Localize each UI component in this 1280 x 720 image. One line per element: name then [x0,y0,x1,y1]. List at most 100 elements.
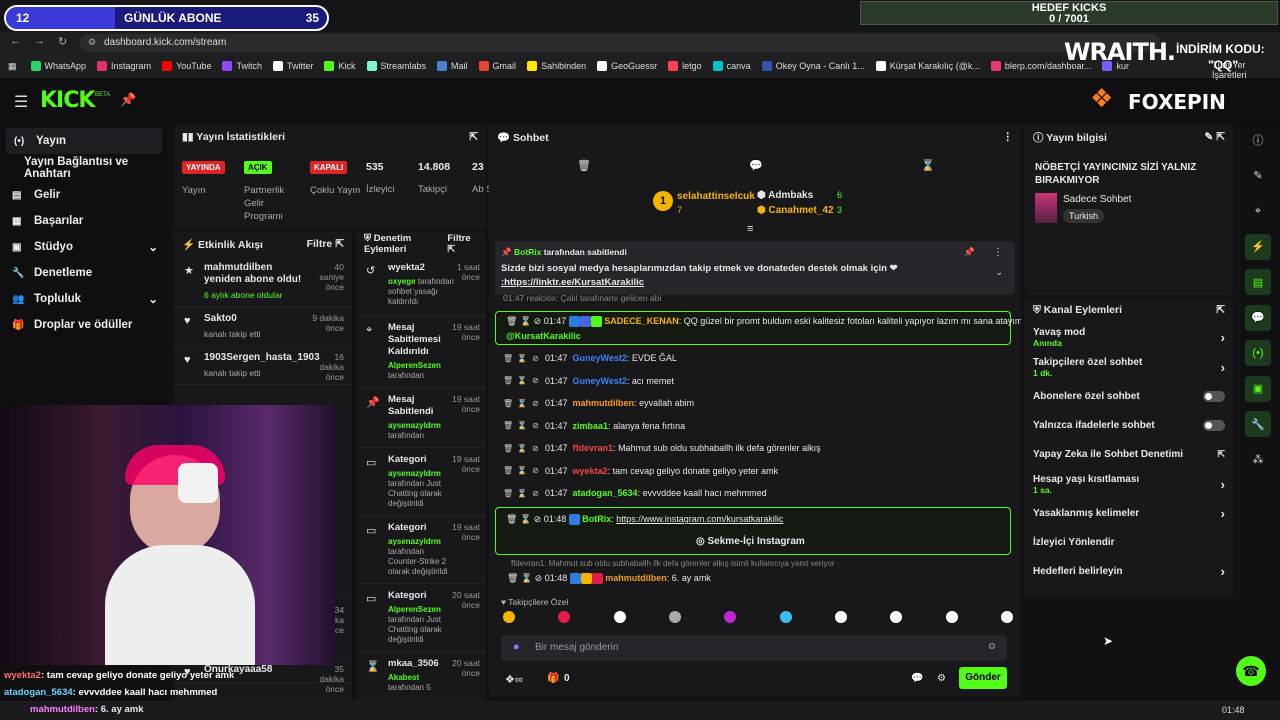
channel-action-item[interactable]: Yavaş mod Anında › [1025,322,1233,352]
apps-icon[interactable]: ▦ [8,61,17,72]
channel-action-item[interactable]: Takipçilere özel sohbet 1 dk. › [1025,352,1233,382]
chat-username[interactable]: zimbaa1 [573,421,609,431]
event-filter-button[interactable]: Filtre [307,238,333,250]
chat-input[interactable]: ● Bir mesaj gönderin ☺ [501,635,1007,661]
expand-icon[interactable]: ⇱ [1216,131,1225,143]
chat-username[interactable]: wyekta2 [573,466,608,476]
hourglass-icon[interactable]: ⌛ [921,159,935,172]
back-icon[interactable]: ← [10,35,21,47]
nav-item-1[interactable]: (•) Yayın [6,128,162,154]
stream-category[interactable]: Sadece Sohbet [1063,194,1131,205]
delete-icon[interactable]: 🗑 [503,489,513,498]
ban-icon[interactable]: ⊘ [531,399,540,408]
chat-username[interactable]: mahmutdilben [573,398,635,408]
bookmark-item[interactable]: Sahibinden [527,61,586,71]
chat-username[interactable]: atadogan_5634 [573,488,638,498]
mod-item-user[interactable]: aysenazyldrm [388,421,441,430]
chat-settings-icon[interactable]: 💬 [911,673,923,684]
channel-action-item[interactable]: Yalnızca ifadelerle sohbet [1025,411,1233,440]
timeout-icon[interactable]: ⌛ [517,399,527,408]
nav-item-8[interactable]: 🎁 Droplar ve ödüller [0,312,170,338]
event-user[interactable]: 1903Sergen_hasta_1903 [204,352,320,363]
emote-icon[interactable] [668,611,681,623]
expand-icon[interactable]: ⇱ [335,238,344,250]
chat-username[interactable]: GuneyWest2 [573,376,627,386]
points-icon[interactable]: ❖∞ [505,673,523,686]
bookmark-item[interactable]: Instagram [97,61,151,71]
timeout-icon[interactable]: ⌛ [517,354,527,363]
mod-filter-button[interactable]: Filtre [447,233,470,244]
bookmark-item[interactable]: Twitch [222,61,262,71]
unpin-icon[interactable]: 📌 [964,247,975,258]
microphone-icon[interactable]: ● [513,641,520,653]
mod-item-user[interactable]: AlperenSezen [388,361,441,370]
bookmark-item[interactable]: GeoGuessr [597,61,657,71]
delete-icon[interactable]: 🗑 [503,466,513,475]
channel-action-item[interactable]: Yapay Zeka ile Sohbet Denetimi ⇱ [1025,440,1233,469]
top-gifter-name[interactable]: ⬢ Canahmet_42 [757,205,834,216]
pinned-link[interactable]: :https://linktr.ee/KursatKarakilic [501,277,644,288]
ban-icon[interactable]: ⊘ [531,354,540,363]
bookmark-item[interactable]: Okey Oyna - Canlı 1... [761,61,865,71]
bookmark-item[interactable]: Mail [437,61,468,71]
bookmark-item[interactable]: Twitter [272,61,313,71]
chat-icon[interactable]: 💬 [1245,304,1271,331]
emote-icon[interactable] [834,611,847,623]
botrix-link[interactable]: https://www.instagram.com/kursatkarakili… [616,514,783,524]
bookmark-item[interactable]: Streamlabs [366,61,426,71]
mod-item-user[interactable]: aysenazyldrm [388,469,441,478]
instagram-button[interactable]: ◎ Sekme-İçi Instagram [696,536,805,547]
ban-icon[interactable]: ⊘ [531,489,540,498]
mod-item-user[interactable]: aysenazyldrm [388,537,441,546]
top-gifter-name[interactable]: selahattinselcuk [677,191,755,202]
timeout-icon[interactable]: ⌛ [517,376,527,385]
mod-item-user[interactable]: AlperenSezen [388,605,441,614]
channel-action-item[interactable]: Hesap yaşı kısıtlaması 1 sa. › [1025,469,1233,499]
send-button[interactable]: Gönder [959,667,1007,689]
emote-icon[interactable] [724,611,737,623]
nav-item-4[interactable]: ▦ Başarılar [0,208,170,234]
nav-item-2[interactable]: Yayın Bağlantısı ve Anahtarı [0,154,170,182]
ban-icon[interactable]: ⊘ [531,444,540,453]
emote-icon[interactable] [558,611,571,623]
delete-icon[interactable]: 🗑 [503,354,513,363]
edit-icon[interactable]: ✎ [1245,163,1271,189]
edit-icon[interactable]: ✎ [1204,131,1213,143]
channel-action-item[interactable]: Yasaklanmış kelimeler › [1025,499,1233,528]
help-chat-icon[interactable]: ☎ [1236,656,1266,686]
timeout-icon[interactable]: ⌛ [517,466,527,475]
forward-icon[interactable]: → [34,35,45,47]
emote-icon[interactable] [779,611,792,623]
toggle-switch[interactable] [1203,391,1225,402]
mod-item-user[interactable]: oxyege [388,277,416,286]
ban-icon[interactable]: ⊘ [531,376,540,385]
nav-item-3[interactable]: ▤ Gelir [0,182,170,208]
timeout-icon[interactable]: ⌛ [517,444,527,453]
bookmark-item[interactable]: YouTube [162,61,211,71]
event-user[interactable]: Sakto0 [204,313,237,324]
nav-item-6[interactable]: 🔧 Denetleme [0,260,170,286]
pin-icon[interactable]: 📌 [120,92,136,108]
expand-icon[interactable]: ⇱ [1216,304,1225,316]
delete-icon[interactable]: 🗑 [503,444,513,453]
bookmark-item[interactable]: WhatsApp [30,61,86,71]
trash-icon[interactable]: 🗑 [577,159,591,172]
emote-icon[interactable] [503,611,515,623]
nav-item-5[interactable]: ▣ Stüdyo ⌄ [0,234,170,260]
bookmark-item[interactable]: canva [712,61,751,71]
info-icon[interactable]: ⓘ [1245,127,1271,153]
top-gifter-name[interactable]: ⬢ Admbaks [757,190,813,201]
bookmark-item[interactable]: Kick [324,61,356,71]
delete-icon[interactable]: 🗑 [503,399,513,408]
delete-icon[interactable]: 🗑 [503,376,513,385]
channel-action-item[interactable]: İzleyici Yönlendir [1025,528,1233,557]
channel-action-item[interactable]: Abonelere özel sohbet [1025,382,1233,411]
collapse-icon[interactable]: ≡ [747,223,753,235]
gear-icon[interactable]: ⚙ [937,673,946,684]
emote-icon[interactable] [1000,611,1013,623]
site-info-icon[interactable]: ⚙ [88,37,96,48]
expand-icon[interactable]: ⇱ [447,244,455,255]
capture-icon[interactable]: ⌖ [1245,198,1271,224]
document-icon[interactable]: ▤ [1245,269,1271,295]
kick-logo[interactable]: KICK [40,88,95,113]
